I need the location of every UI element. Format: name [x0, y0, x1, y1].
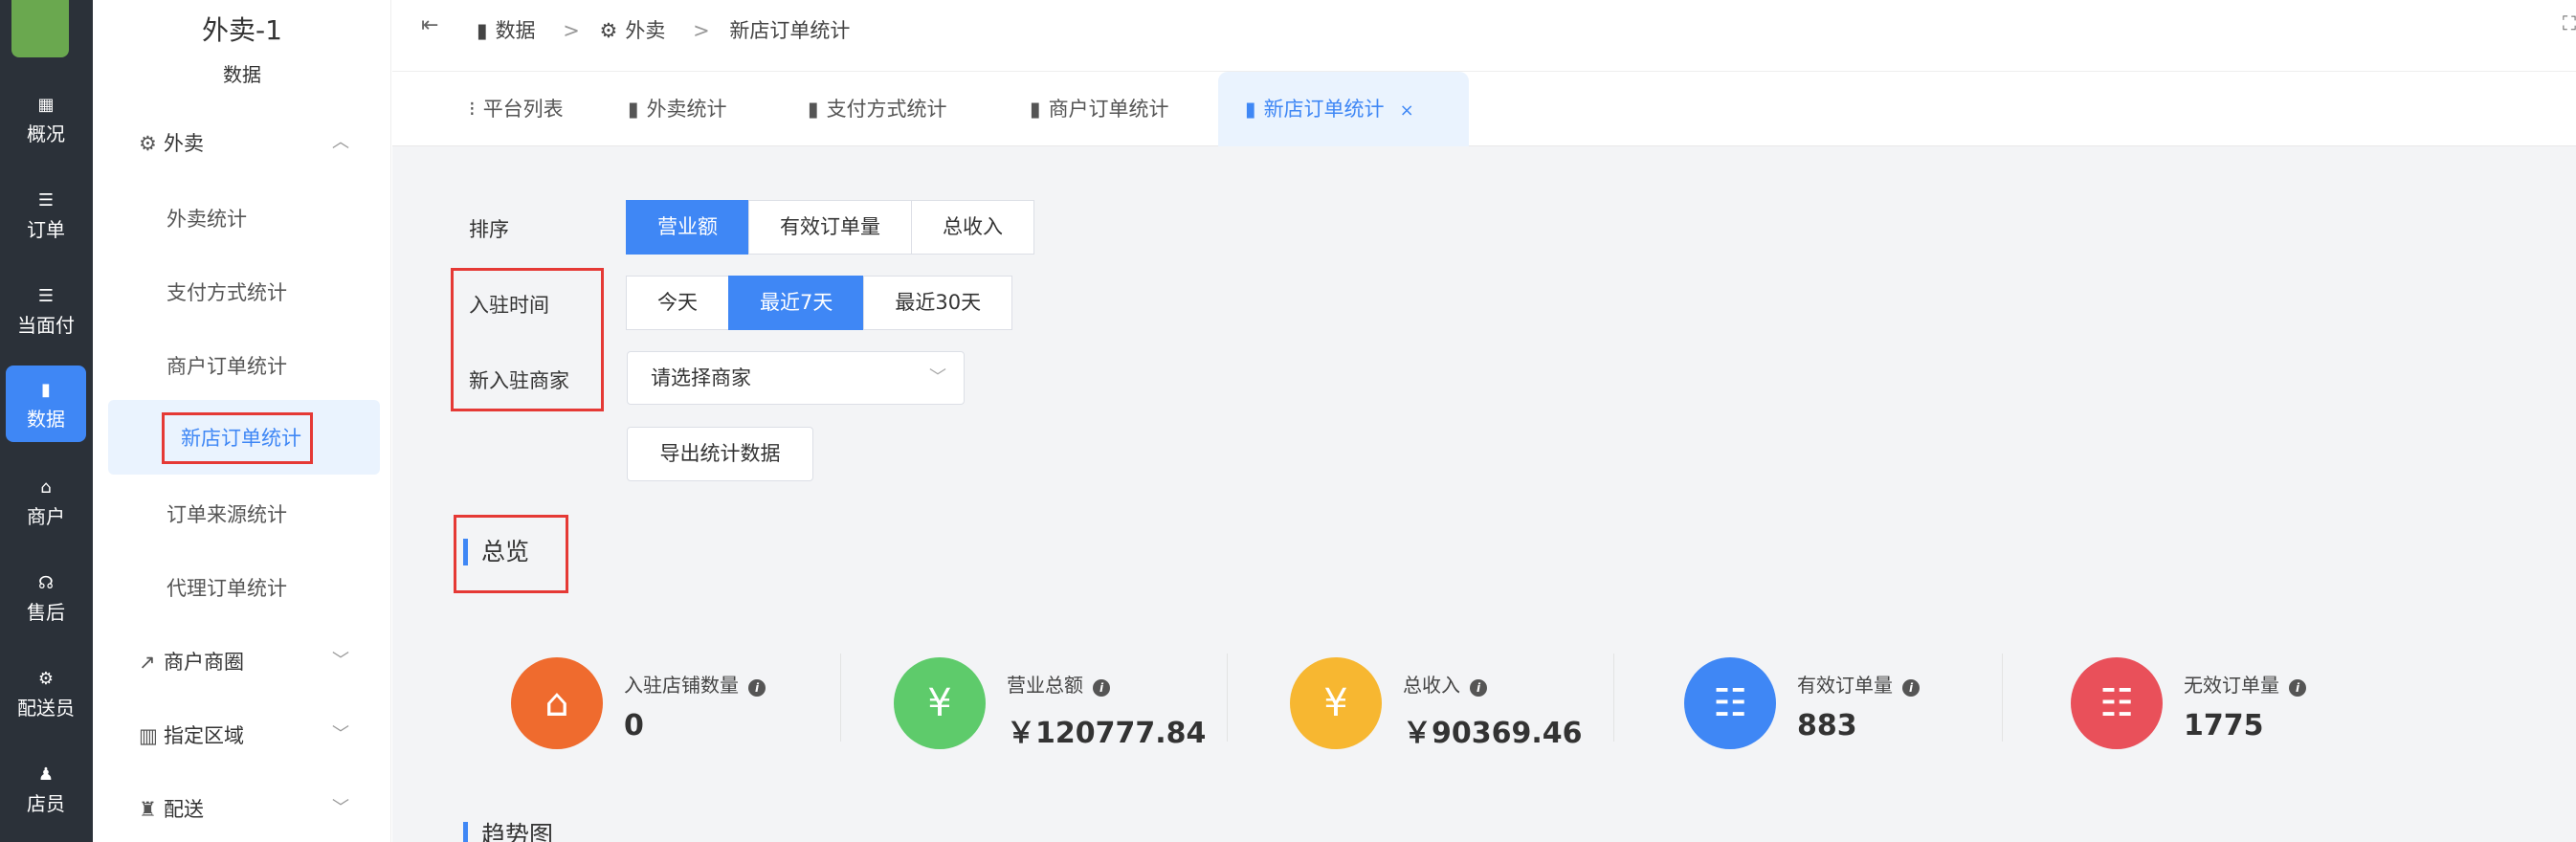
clipboard-icon: ☷ [2071, 657, 2163, 749]
rail-item-staff[interactable]: ♟ 店员 [6, 750, 86, 827]
sidebar-group-region[interactable]: ▥ 指定区域 [139, 720, 244, 749]
grid-list-icon: ⁝ [469, 98, 476, 121]
rail-item-orders[interactable]: ☰ 订单 [6, 176, 86, 253]
chevron-down-icon[interactable]: ﹀ [332, 794, 349, 819]
breadcrumb-current: 新店订单统计 [729, 19, 851, 42]
sidebar-item-takeout-stats[interactable]: 外卖统计 [167, 204, 247, 233]
tab-bar: ⁝ 平台列表 ▮ 外卖统计 ▮ 支付方式统计 ▮ 商户订单统计 ▮ 新店订单统计 × [392, 72, 2576, 146]
export-button[interactable]: 导出统计数据 [627, 427, 813, 481]
yen-icon: ¥ [894, 657, 986, 749]
users-icon: ♟ [37, 764, 55, 785]
dashboard-icon: ▦ [37, 95, 55, 115]
sidebar-group-delivery[interactable]: ♜ 配送 [139, 794, 204, 823]
tab-payment-stats[interactable]: ▮ 支付方式统计 [808, 72, 947, 146]
sort-label: 排序 [469, 218, 509, 241]
rail-item-overview[interactable]: ▦ 概况 [6, 80, 86, 157]
breadcrumb-data[interactable]: 数据 [496, 19, 536, 42]
time-7days-button[interactable]: 最近7天 [728, 276, 865, 330]
rail-item-merchants[interactable]: ⌂ 商户 [6, 463, 86, 540]
bar-chart-icon: ▮ [808, 98, 819, 121]
rail-item-face-pay[interactable]: ☰ 当面付 [6, 272, 86, 348]
sidebar: 外卖-1 数据 ⚙ 外卖 ︿ 外卖统计 支付方式统计 商户订单统计 新店订单统计 … [93, 0, 391, 842]
sidebar-item-merchant-order-stats[interactable]: 商户订单统计 [167, 351, 287, 380]
divider [1613, 654, 1614, 742]
headset-icon: ☊ [38, 573, 54, 593]
stat-total-revenue: ¥ 营业总额 i ￥120777.84 [894, 636, 1277, 770]
highlight-box [454, 515, 568, 593]
sort-button-group: 营业额 有效订单量 总收入 [626, 200, 1034, 255]
icon-rail: ▦ 概况 ☰ 订单 ☰ 当面付 ▮ 数据 ⌂ 商户 ☊ 售后 ⚙ 配送员 ♟ 店员 [0, 0, 93, 842]
clipboard-icon: ☷ [1684, 657, 1776, 749]
fullscreen-icon[interactable]: ⛶ [2563, 11, 2576, 34]
sidebar-title: 外卖-1 [202, 14, 282, 46]
list-icon: ☰ [37, 190, 55, 210]
stat-invalid-orders: ☷ 无效订单量 i 1775 [2071, 636, 2454, 770]
tab-takeout-stats[interactable]: ▮ 外卖统计 [628, 72, 727, 146]
sidebar-item-new-store-order-stats[interactable]: 新店订单统计 [108, 400, 380, 475]
app-logo [11, 0, 69, 57]
info-icon[interactable]: i [1470, 679, 1487, 697]
scooter-icon: ⚙ [599, 19, 618, 42]
sidebar-group-takeout[interactable]: ⚙ 外卖 [139, 128, 204, 157]
close-icon[interactable]: × [1400, 100, 1414, 121]
rail-item-data[interactable]: ▮ 数据 [6, 366, 86, 442]
info-icon[interactable]: i [2289, 679, 2306, 697]
yen-icon: ¥ [1290, 657, 1382, 749]
bar-chart-icon: ▮ [477, 19, 488, 42]
time-today-button[interactable]: 今天 [626, 276, 729, 330]
tab-merchant-order-stats[interactable]: ▮ 商户订单统计 [1030, 72, 1169, 146]
bag-icon: ♜ [139, 798, 157, 821]
bar-chart-icon: ▮ [1030, 98, 1041, 121]
trend-title: 趋势图 [463, 822, 553, 842]
sidebar-group-business-circle[interactable]: ↗ 商户商圈 [139, 647, 244, 676]
main: ⇤ ▮ 数据 > ⚙ 外卖 > 新店订单统计 ⛶ ⁝ 平台列表 ▮ 外卖统计 ▮ 支付方式… [392, 0, 2576, 842]
top-bar: ⇤ ▮ 数据 > ⚙ 外卖 > 新店订单统计 ⛶ [392, 0, 2576, 72]
sidebar-item-agent-order-stats[interactable]: 代理订单统计 [167, 573, 287, 602]
bar-chart-icon: ▮ [41, 380, 51, 400]
breadcrumb: ▮ 数据 > ⚙ 外卖 > 新店订单统计 [477, 19, 851, 42]
chevron-up-icon[interactable]: ︿ [332, 128, 349, 153]
scooter-icon: ⚙ [37, 669, 55, 689]
chevron-down-icon[interactable]: ﹀ [332, 720, 349, 745]
chevron-down-icon[interactable]: ﹀ [332, 647, 349, 672]
info-icon[interactable]: i [1902, 679, 1920, 697]
app: ▦ 概况 ☰ 订单 ☰ 当面付 ▮ 数据 ⌂ 商户 ☊ 售后 ⚙ 配送员 ♟ 店员 外卖-1 数… [0, 0, 2576, 842]
divider [840, 654, 841, 742]
breadcrumb-takeout[interactable]: 外卖 [625, 19, 665, 42]
scooter-icon: ⚙ [139, 132, 157, 155]
sort-income-button[interactable]: 总收入 [911, 200, 1034, 255]
chevron-down-icon: ﹀ [929, 367, 946, 388]
content: 排序 营业额 有效订单量 总收入 入驻时间 今天 最近7天 最近30天 新入驻商… [423, 146, 2576, 842]
highlight-box [451, 268, 604, 411]
list-icon: ☰ [37, 286, 55, 306]
store-icon: ⌂ [40, 477, 52, 498]
divider [2002, 654, 2003, 742]
sidebar-item-payment-stats[interactable]: 支付方式统计 [167, 277, 287, 306]
info-icon[interactable]: i [748, 679, 766, 697]
time-button-group: 今天 最近7天 最近30天 [626, 276, 1013, 330]
sidebar-item-order-source-stats[interactable]: 订单来源统计 [167, 499, 287, 528]
divider [1227, 654, 1228, 742]
collapse-menu-icon[interactable]: ⇤ [421, 13, 438, 37]
sort-revenue-button[interactable]: 营业额 [626, 200, 749, 255]
store-icon: ⌂ [511, 657, 603, 749]
stat-total-income: ¥ 总收入 i ￥90369.46 [1290, 636, 1673, 770]
time-30days-button[interactable]: 最近30天 [863, 276, 1013, 330]
sort-valid-orders-button[interactable]: 有效订单量 [748, 200, 912, 255]
tab-new-store-order-stats[interactable]: ▮ 新店订单统计 × [1218, 72, 1469, 146]
bar-chart-icon: ▮ [1245, 98, 1256, 121]
merchant-select[interactable]: 请选择商家 ﹀ [627, 351, 965, 405]
rail-item-after-sales[interactable]: ☊ 售后 [6, 559, 86, 635]
info-icon[interactable]: i [1093, 679, 1110, 697]
line-chart-icon: ↗ [139, 651, 156, 674]
stat-valid-orders: ☷ 有效订单量 i 883 [1684, 636, 2067, 770]
stat-store-count: ⌂ 入驻店铺数量 i 0 [511, 636, 894, 770]
rail-item-couriers[interactable]: ⚙ 配送员 [6, 654, 86, 731]
bar-chart-icon: ▥ [139, 724, 158, 747]
sidebar-subtitle: 数据 [223, 63, 261, 86]
tab-platform-list[interactable]: ⁝ 平台列表 [469, 72, 564, 146]
bar-chart-icon: ▮ [628, 98, 639, 121]
